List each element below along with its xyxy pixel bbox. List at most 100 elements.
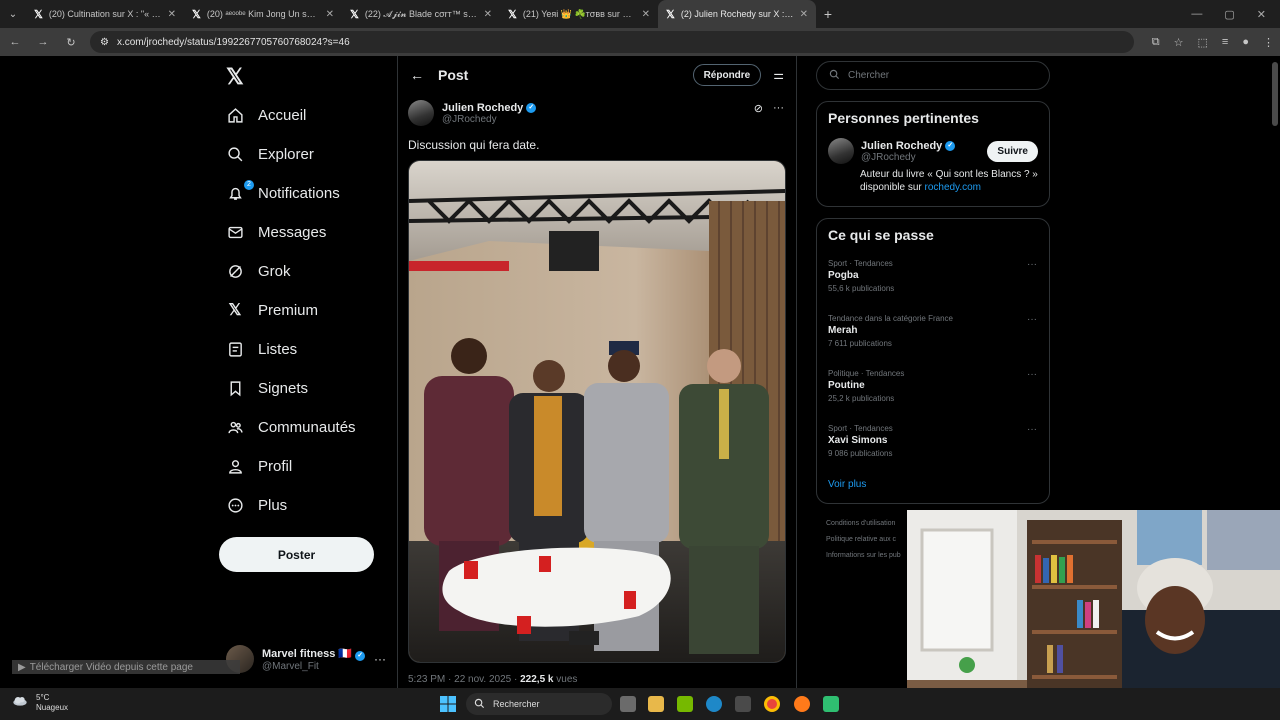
verified-icon: ✓ [945, 140, 956, 151]
search-icon [829, 69, 840, 83]
menu-icon[interactable]: ⋮ [1263, 36, 1274, 49]
minimize-icon[interactable]: — [1191, 8, 1202, 21]
author-name[interactable]: Julien Rochedy [442, 102, 523, 114]
post-meta: 5:23 PM · 22 nov. 2025 · 222,5 k vues [408, 674, 577, 685]
author-handle[interactable]: @JRochedy [442, 114, 536, 125]
firefox-icon[interactable] [794, 696, 810, 712]
cast-icon[interactable]: ⧉ [1152, 36, 1160, 49]
grok-icon[interactable]: ⊘ [754, 102, 763, 115]
post-column: ← Post Répondre ⚌ Julien Rochedy ✓ @JRoch… [397, 56, 797, 688]
back-icon[interactable]: ← [6, 36, 24, 48]
settings-sliders-icon[interactable]: ⚌ [773, 68, 784, 82]
trend-name: Merah [828, 325, 858, 336]
bio-link[interactable]: rochedy.com [924, 182, 981, 193]
app-icon[interactable] [823, 696, 839, 712]
nav-item-grok[interactable]: Grok [226, 258, 291, 284]
post-button[interactable]: Poster [219, 537, 374, 572]
forward-icon[interactable]: → [34, 36, 52, 48]
nav-label: Premium [258, 301, 319, 319]
nav-item-communautes[interactable]: Communautés [226, 414, 356, 440]
nav-label: Accueil [258, 106, 307, 124]
cloud-icon [12, 694, 28, 712]
close-icon[interactable]: ✕ [800, 9, 808, 20]
footer-link[interactable]: Informations sur les pub [826, 548, 916, 564]
file-explorer-icon[interactable] [648, 696, 664, 712]
site-info-icon[interactable]: ⚙ [100, 37, 109, 48]
more-icon[interactable]: ··· [1027, 314, 1037, 325]
back-arrow-icon[interactable]: ← [410, 67, 438, 83]
nav-label: Notifications [258, 184, 340, 202]
more-icon[interactable]: ··· [374, 652, 386, 666]
close-window-icon[interactable]: ✕ [1257, 8, 1266, 21]
profile-icon[interactable]: ● [1242, 36, 1249, 49]
more-icon[interactable]: ··· [1027, 259, 1037, 270]
windows-start-icon[interactable] [440, 696, 456, 717]
follow-button[interactable]: Suivre [987, 140, 1038, 162]
chrome-icon[interactable] [764, 696, 780, 712]
browser-tab[interactable]: 𝕏 (20) ᵃᵉᵒᵒᵇᵉ Kim Jong Un sur X : "I ✕ [184, 0, 342, 28]
nav-item-explorer[interactable]: Explorer [226, 141, 314, 167]
footer-link[interactable]: Conditions d'utilisation [826, 516, 916, 532]
relevant-name[interactable]: Julien Rochedy [861, 140, 942, 152]
avatar[interactable] [828, 138, 854, 164]
nav-item-plus[interactable]: Plus [226, 492, 287, 518]
nav-label: Signets [258, 379, 309, 397]
reload-icon[interactable]: ↻ [62, 36, 80, 49]
star-icon[interactable]: ☆ [1174, 36, 1184, 49]
trend-item[interactable]: Tendance dans la catégorie France Merah … [817, 310, 1049, 365]
x-favicon-icon: 𝕏 [350, 8, 359, 21]
more-icon[interactable]: ··· [1027, 369, 1037, 380]
taskbar-search[interactable]: Rechercher [466, 693, 612, 715]
browser-tab-active[interactable]: 𝕏 (2) Julien Rochedy sur X : "Discu ✕ [658, 0, 816, 28]
nav-item-listes[interactable]: Listes [226, 336, 297, 362]
nav-item-notifications[interactable]: 2 Notifications [226, 180, 340, 206]
close-icon[interactable]: ✕ [484, 9, 492, 20]
weather-condition: Nuageux [36, 703, 69, 712]
tab-title: (22) 𝓐𝓳𝓲𝓷 Blade cσrт™ sur X : [364, 8, 478, 19]
nav-item-accueil[interactable]: Accueil [226, 102, 306, 128]
search-input[interactable]: Chercher [816, 61, 1050, 90]
browser-tab[interactable]: 𝕏 (22) 𝓐𝓳𝓲𝓷 Blade cσrт™ sur X : ✕ [342, 0, 500, 28]
task-view-icon[interactable] [620, 696, 636, 712]
scrollbar[interactable] [1272, 62, 1278, 126]
edge-icon[interactable] [706, 696, 722, 712]
weather-widget[interactable]: 5°C Nuageux [12, 693, 68, 713]
trend-item[interactable]: Sport · Tendances Pogba 55,6 k publicati… [817, 255, 1049, 310]
close-icon[interactable]: ✕ [642, 9, 650, 20]
left-nav: 𝕏 Accueil Explorer 2 Notifications Messa… [218, 56, 396, 688]
footer-links: Conditions d'utilisation Politique relat… [826, 516, 916, 564]
address-bar[interactable]: ⚙ x.com/jrochedy/status/1992267705760768… [90, 31, 1134, 53]
maximize-icon[interactable]: ▢ [1224, 8, 1234, 21]
nav-item-premium[interactable]: 𝕏 Premium [226, 297, 318, 323]
more-icon[interactable]: ··· [773, 102, 784, 115]
browser-tab[interactable]: 𝕏 (20) Cultination sur X : "« C'est l ✕ [26, 0, 184, 28]
x-logo-icon[interactable]: 𝕏 [226, 64, 244, 90]
see-more-link[interactable]: Voir plus [817, 475, 1049, 494]
nav-label: Listes [258, 340, 298, 358]
download-video-tooltip[interactable]: ▶ Télécharger Vidéo depuis cette page [12, 660, 240, 674]
nav-item-signets[interactable]: Signets [226, 375, 308, 401]
store-icon[interactable] [735, 696, 751, 712]
more-icon[interactable]: ··· [1027, 424, 1037, 435]
post-timestamp[interactable]: 5:23 PM · 22 nov. 2025 · [408, 674, 520, 685]
nav-item-messages[interactable]: Messages [226, 219, 326, 245]
trend-item[interactable]: Sport · Tendances Xavi Simons 9 086 publ… [817, 420, 1049, 475]
post-author[interactable]: Julien Rochedy ✓ @JRochedy [408, 100, 537, 126]
avatar[interactable] [408, 100, 434, 126]
nav-item-profil[interactable]: Profil [226, 453, 292, 479]
new-tab-button[interactable]: + [816, 6, 840, 22]
account-switcher[interactable]: Marvel fitness 🇫🇷 ✓ @Marvel_Fit ··· [226, 642, 386, 676]
close-icon[interactable]: ✕ [326, 9, 334, 20]
trend-item[interactable]: Politique · Tendances Poutine 25,2 k pub… [817, 365, 1049, 420]
extensions-icon[interactable]: ⬚ [1198, 36, 1208, 49]
close-icon[interactable]: ✕ [168, 9, 176, 20]
post-photo[interactable] [408, 160, 786, 663]
reply-button[interactable]: Répondre [692, 64, 762, 86]
nvidia-icon[interactable] [677, 696, 693, 712]
tab-search-button[interactable]: ⌄ [0, 0, 26, 28]
reading-list-icon[interactable]: ≡ [1222, 36, 1228, 49]
browser-toolbar: ← → ↻ ⚙ x.com/jrochedy/status/1992267705… [0, 28, 1280, 56]
trend-count: 7 611 publications [828, 339, 892, 348]
browser-tab[interactable]: 𝕏 (21) Yeяi 👑 ☘️тσвв sur X : "Vo ✕ [500, 0, 658, 28]
footer-link[interactable]: Politique relative aux c [826, 532, 916, 548]
